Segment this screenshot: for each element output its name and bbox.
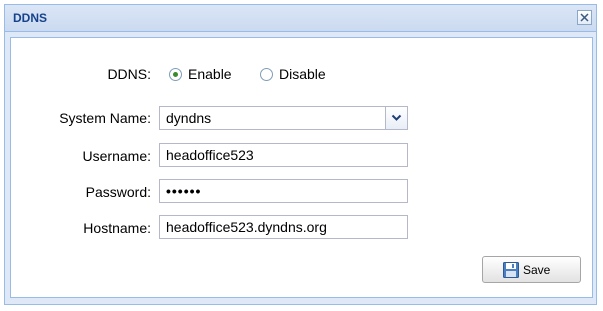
enable-label[interactable]: Enable (188, 66, 232, 82)
close-button[interactable] (577, 10, 592, 25)
username-label: Username: (82, 148, 151, 164)
disable-label[interactable]: Disable (279, 66, 326, 82)
system-name-label: System Name: (59, 110, 151, 126)
password-value: •••••• (166, 183, 202, 199)
save-label: Save (523, 263, 551, 277)
chevron-down-icon (391, 114, 402, 121)
password-label: Password: (85, 184, 151, 200)
hostname-field[interactable]: headoffice523.dyndns.org (159, 215, 408, 239)
system-name-dropdown-button[interactable] (385, 107, 407, 129)
username-field[interactable]: headoffice523 (159, 143, 408, 167)
save-button[interactable]: Save (482, 256, 581, 283)
disable-radio[interactable] (260, 68, 273, 81)
dialog-title: DDNS (13, 11, 48, 25)
hostname-value: headoffice523.dyndns.org (166, 219, 327, 235)
system-name-select[interactable]: dyndns (159, 106, 408, 130)
radio-selected-dot (173, 72, 178, 77)
close-icon (580, 13, 589, 22)
username-value: headoffice523 (166, 147, 254, 163)
enable-radio[interactable] (169, 68, 182, 81)
hostname-label: Hostname: (83, 220, 151, 236)
floppy-disk-icon (503, 262, 519, 278)
ddns-label: DDNS: (107, 66, 151, 82)
system-name-value: dyndns (166, 110, 212, 126)
password-field[interactable]: •••••• (159, 179, 408, 203)
title-bar: DDNS (5, 5, 596, 32)
